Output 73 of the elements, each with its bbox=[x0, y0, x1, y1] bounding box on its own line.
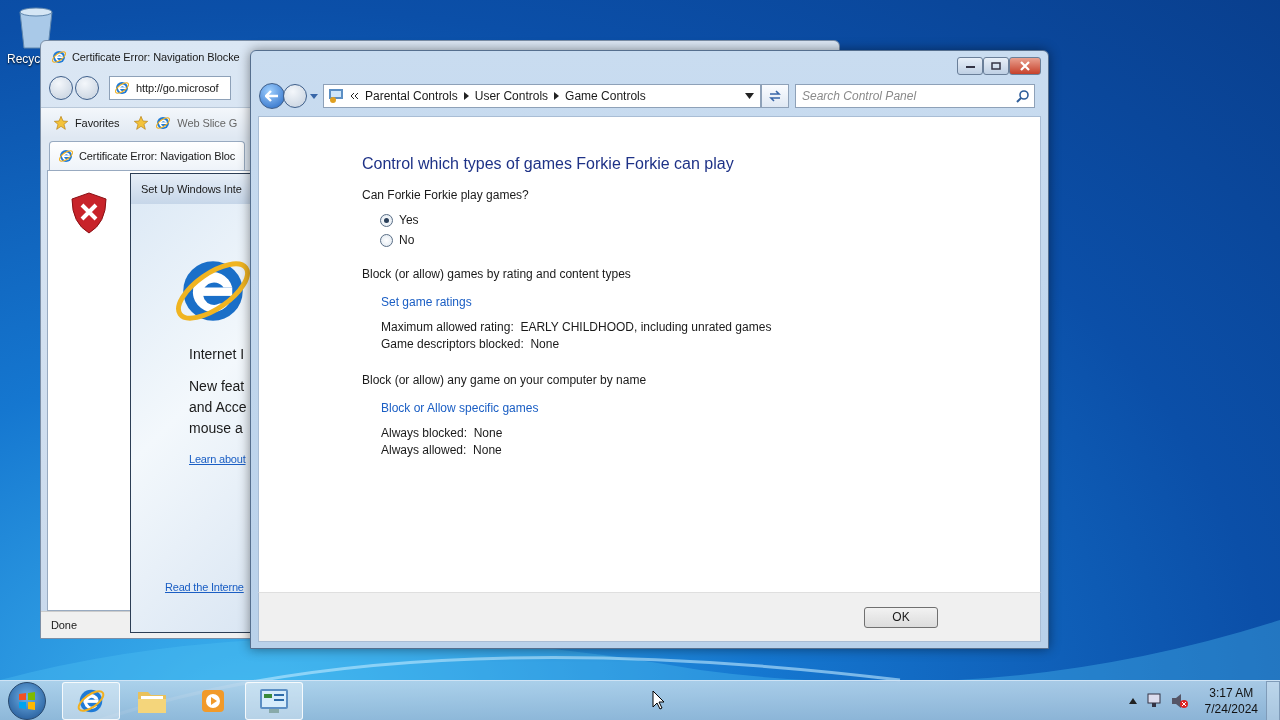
status-text: Done bbox=[51, 619, 77, 631]
dialog-heading: Internet I bbox=[189, 346, 245, 362]
radio-option[interactable]: Yes bbox=[380, 213, 1040, 227]
media-player-icon bbox=[200, 688, 226, 714]
breadcrumb-item[interactable]: User Controls bbox=[474, 89, 549, 103]
search-icon[interactable] bbox=[1016, 90, 1029, 103]
ok-button[interactable]: OK bbox=[864, 606, 938, 628]
minimize-icon bbox=[965, 64, 975, 68]
section-title: Block (or allow) any game on your computer by name bbox=[362, 373, 648, 387]
page-heading: Control which types of games Forkie Forkie can play bbox=[362, 155, 735, 173]
favorites-link[interactable]: Web Slice G bbox=[177, 117, 238, 129]
refresh-icon bbox=[767, 89, 783, 103]
page-icon bbox=[114, 80, 130, 96]
recycle-bin-icon[interactable] bbox=[16, 6, 56, 50]
control-panel-icon bbox=[328, 88, 344, 104]
radio-button[interactable] bbox=[380, 233, 393, 247]
address-field[interactable]: http://go.microsof bbox=[109, 76, 231, 100]
back-arrow-icon bbox=[265, 90, 279, 102]
control-panel-icon bbox=[258, 687, 290, 715]
browser-icon bbox=[51, 49, 67, 65]
radio-button[interactable] bbox=[380, 213, 393, 227]
forward-button[interactable] bbox=[75, 76, 99, 100]
maximize-icon bbox=[991, 62, 1001, 70]
back-button[interactable] bbox=[259, 83, 285, 109]
dropdown-arrow-icon[interactable] bbox=[745, 93, 754, 99]
taskbar-button[interactable] bbox=[245, 682, 303, 720]
refresh-button[interactable] bbox=[761, 84, 789, 108]
learn-link[interactable]: Learn about bbox=[189, 453, 246, 465]
detail-text: Always allowed: None bbox=[381, 442, 503, 459]
dialog-text: mouse a bbox=[189, 419, 243, 438]
mouse-pointer-icon bbox=[652, 690, 665, 710]
clock[interactable]: 3:17 AM 7/24/2024 bbox=[1204, 685, 1258, 717]
page-icon bbox=[155, 115, 172, 131]
forward-button[interactable] bbox=[283, 84, 307, 108]
add-favorite-icon bbox=[133, 115, 150, 131]
browser-tab[interactable]: Certificate Error: Navigation Bloc bbox=[49, 141, 245, 170]
browser-icon bbox=[58, 148, 74, 164]
shield-error-icon bbox=[70, 191, 108, 235]
breadcrumb-arrow-icon[interactable] bbox=[554, 92, 560, 100]
show-hidden-icons-icon[interactable] bbox=[1128, 698, 1137, 704]
close-button[interactable] bbox=[1009, 57, 1041, 75]
question-text: Can Forkie Forkie play games? bbox=[362, 188, 530, 202]
detail-text: Game descriptors blocked: None bbox=[381, 336, 561, 353]
address-bar[interactable]: Parental Controls User Controls Game Controls bbox=[323, 84, 761, 108]
radio-option[interactable]: No bbox=[380, 233, 1040, 247]
speaker-muted-icon[interactable] bbox=[1170, 693, 1189, 709]
taskbar-button[interactable] bbox=[62, 682, 120, 720]
read-link[interactable]: Read the Interne bbox=[165, 581, 244, 593]
desktop-icon-label: Recyc bbox=[7, 52, 41, 66]
close-icon bbox=[1020, 61, 1030, 71]
minimize-button[interactable] bbox=[957, 57, 983, 75]
search-field[interactable]: Search Control Panel bbox=[795, 84, 1035, 108]
network-icon[interactable] bbox=[1144, 693, 1163, 709]
address-text: http://go.microsof bbox=[136, 82, 219, 94]
dialog-title: Set Up Windows Inte bbox=[141, 183, 242, 195]
settings-link[interactable]: Block or Allow specific games bbox=[381, 401, 539, 415]
breadcrumb-item[interactable]: Parental Controls bbox=[365, 89, 458, 103]
detail-text: Always blocked: None bbox=[381, 425, 504, 442]
dialog-text: New feat bbox=[189, 377, 245, 396]
favorites-button[interactable]: Favorites bbox=[75, 117, 120, 129]
window-title: Certificate Error: Navigation Blocke bbox=[72, 51, 240, 63]
detail-text: Maximum allowed rating: EARLY CHILDHOOD, including unrated games bbox=[381, 319, 773, 336]
maximize-button[interactable] bbox=[983, 57, 1009, 75]
start-button[interactable] bbox=[8, 682, 46, 720]
breadcrumb-arrow-icon[interactable] bbox=[463, 92, 469, 100]
favorites-star-icon bbox=[53, 115, 69, 131]
section-title: Block (or allow) games by rating and content types bbox=[362, 267, 632, 281]
settings-link[interactable]: Set game ratings bbox=[381, 295, 472, 309]
breadcrumb-item[interactable]: Game Controls bbox=[565, 89, 646, 103]
windows-logo-icon bbox=[17, 691, 37, 711]
dialog-text: and Acce bbox=[189, 398, 247, 417]
back-button[interactable] bbox=[49, 76, 73, 100]
chevrons-icon bbox=[350, 92, 359, 100]
